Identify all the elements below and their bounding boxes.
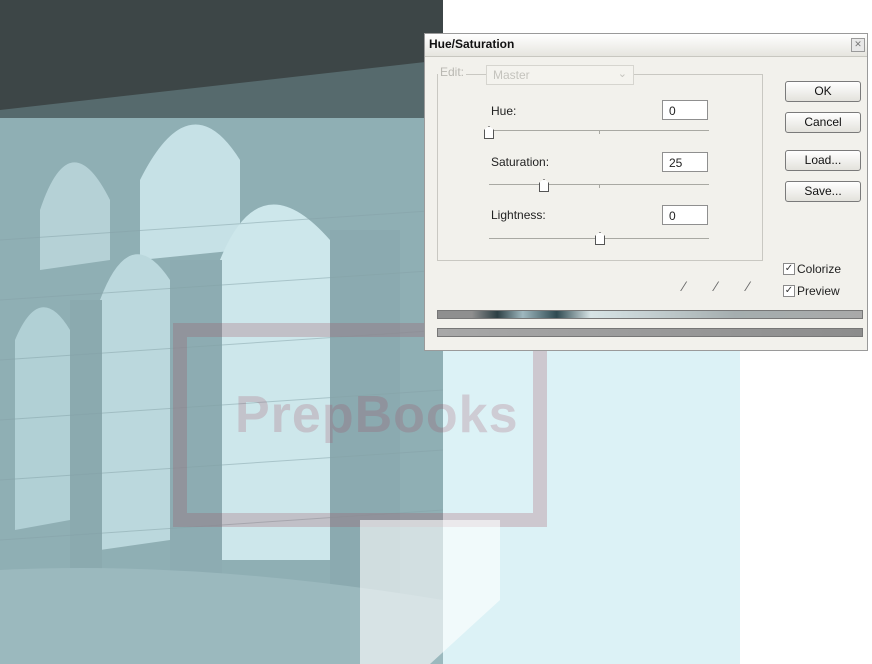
edit-label: Edit: <box>438 65 467 79</box>
aqueduct-photo <box>0 0 443 664</box>
hue-input[interactable]: 0 <box>662 100 708 120</box>
hue-slider-tick <box>599 130 600 134</box>
source-color-bar <box>437 328 863 337</box>
colorize-label: Colorize <box>797 262 842 276</box>
dialog-title: Hue/Saturation <box>429 37 515 51</box>
preview-checkbox[interactable]: ✓ <box>783 285 795 297</box>
lightness-input[interactable]: 0 <box>662 205 708 225</box>
eyedropper-minus-icon[interactable]: ⁄ <box>747 278 749 294</box>
eyedropper-plus-icon[interactable]: ⁄ <box>715 278 717 294</box>
saturation-label: Saturation: <box>491 155 550 169</box>
lightness-label: Lightness: <box>491 208 546 222</box>
watermark-text: PrepBooks <box>235 386 519 444</box>
aqueduct-illustration <box>0 0 443 664</box>
close-icon[interactable]: ✕ <box>851 38 865 52</box>
cancel-button[interactable]: Cancel <box>785 112 861 133</box>
preview-label: Preview <box>797 284 840 298</box>
saturation-input[interactable]: 25 <box>662 152 708 172</box>
eyedropper-icon[interactable]: ⁄ <box>683 278 685 294</box>
colorize-checkbox[interactable]: ✓ <box>783 263 795 275</box>
edit-select[interactable]: Master ⌄ <box>486 65 634 85</box>
save-button[interactable]: Save... <box>785 181 861 202</box>
hue-label: Hue: <box>491 104 517 118</box>
hue-saturation-dialog: Hue/Saturation ✕ Edit: Master ⌄ Hue: 0 S… <box>424 33 868 351</box>
dialog-titlebar[interactable]: Hue/Saturation ✕ <box>425 34 867 57</box>
result-color-bar <box>437 310 863 319</box>
saturation-slider-tick <box>599 184 600 188</box>
chevron-down-icon: ⌄ <box>617 68 627 80</box>
load-button[interactable]: Load... <box>785 150 861 171</box>
ok-button[interactable]: OK <box>785 81 861 102</box>
edit-select-value: Master <box>493 68 530 82</box>
